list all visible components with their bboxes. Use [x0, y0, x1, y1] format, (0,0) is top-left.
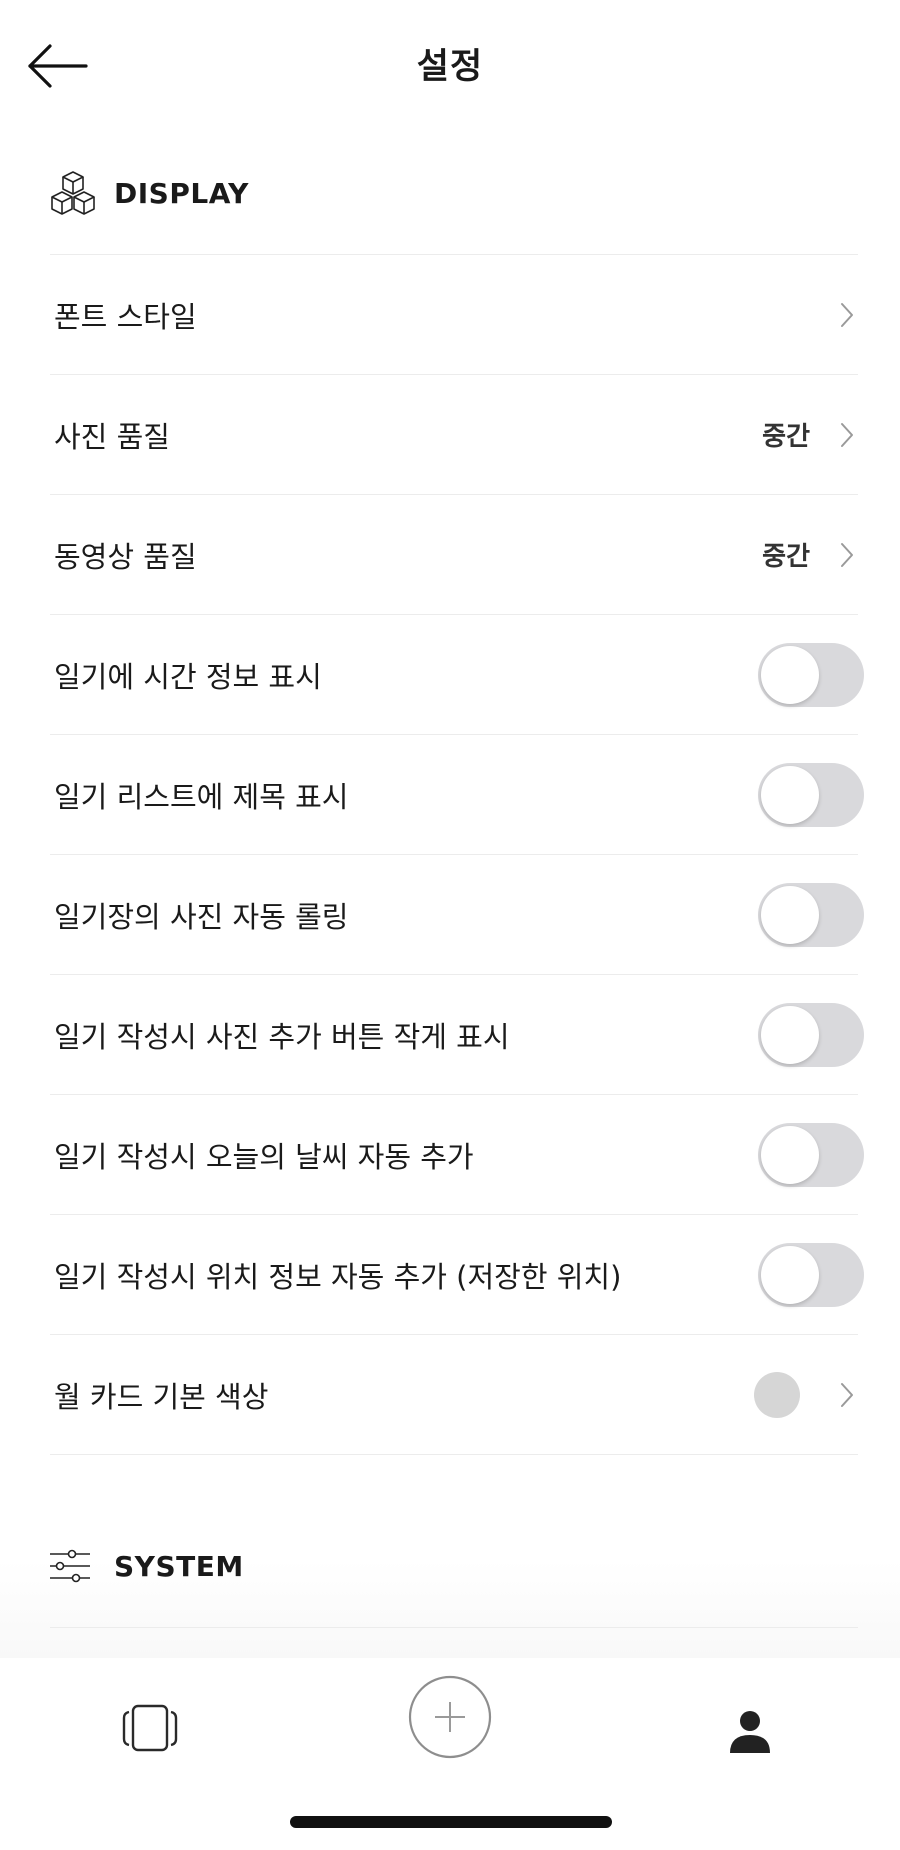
- display-settings-list: 폰트 스타일 사진 품질 중간 동영상 품질 중간 일기에 시간 정보 표시 일…: [50, 254, 864, 1455]
- auto-add-location-toggle[interactable]: [758, 1242, 864, 1307]
- tab-add-diary[interactable]: [408, 1675, 492, 1759]
- chevron-right-icon: [841, 302, 853, 327]
- row-label: 월 카드 기본 색상: [54, 1379, 269, 1414]
- row-label: 일기 리스트에 제목 표시: [54, 779, 349, 814]
- toggle-knob: [761, 1005, 819, 1064]
- toggle-knob: [761, 1245, 819, 1304]
- display-section-title: DISPLAY: [114, 176, 249, 210]
- chevron-right-icon: [841, 1382, 853, 1407]
- show-title-in-list-toggle[interactable]: [758, 762, 864, 827]
- header: 설정: [0, 0, 900, 130]
- toggle-knob: [761, 1125, 819, 1184]
- tab-profile[interactable]: [712, 1694, 788, 1770]
- row-label: 폰트 스타일: [54, 299, 197, 334]
- system-section-header: SYSTEM: [48, 1536, 244, 1596]
- photo-quality-value: 중간: [762, 422, 810, 452]
- tab-cards[interactable]: [110, 1688, 190, 1768]
- toggle-knob: [761, 885, 819, 944]
- row-label: 일기 작성시 오늘의 날씨 자동 추가: [54, 1139, 474, 1174]
- month-card-color-row[interactable]: 월 카드 기본 색상: [50, 1335, 858, 1455]
- divider: [50, 1627, 858, 1628]
- show-time-info-toggle[interactable]: [758, 642, 864, 707]
- cubes-icon: [48, 168, 98, 218]
- toggle-knob: [761, 765, 819, 824]
- auto-add-location-row: 일기 작성시 위치 정보 자동 추가 (저장한 위치): [50, 1215, 864, 1335]
- row-label: 동영상 품질: [54, 539, 197, 574]
- photo-auto-rolling-toggle[interactable]: [758, 882, 864, 947]
- toggle-knob: [761, 645, 819, 704]
- person-icon: [730, 1711, 770, 1753]
- sliders-icon: [48, 1541, 98, 1591]
- show-title-in-list-row: 일기 리스트에 제목 표시: [50, 735, 864, 855]
- page-title: 설정: [416, 47, 484, 87]
- month-card-color-swatch: [754, 1371, 800, 1418]
- home-indicator: [290, 1816, 612, 1828]
- row-label: 일기 작성시 위치 정보 자동 추가 (저장한 위치): [54, 1259, 622, 1294]
- small-add-photo-button-toggle[interactable]: [758, 1002, 864, 1067]
- display-section-header: DISPLAY: [48, 163, 249, 223]
- chevron-right-icon: [841, 422, 853, 447]
- plus-circle-icon: [408, 1675, 492, 1759]
- system-section-title: SYSTEM: [114, 1549, 244, 1583]
- auto-add-weather-row: 일기 작성시 오늘의 날씨 자동 추가: [50, 1095, 864, 1215]
- row-label: 일기 작성시 사진 추가 버튼 작게 표시: [54, 1019, 510, 1054]
- photo-quality-row[interactable]: 사진 품질 중간: [50, 375, 858, 495]
- video-quality-value: 중간: [762, 542, 810, 572]
- cards-icon: [122, 1704, 178, 1752]
- auto-add-weather-toggle[interactable]: [758, 1122, 864, 1187]
- font-style-row[interactable]: 폰트 스타일: [50, 255, 858, 375]
- row-label: 사진 품질: [54, 419, 170, 454]
- small-add-photo-button-row: 일기 작성시 사진 추가 버튼 작게 표시: [50, 975, 864, 1095]
- row-label: 일기에 시간 정보 표시: [54, 659, 322, 694]
- show-time-info-row: 일기에 시간 정보 표시: [50, 615, 864, 735]
- row-label: 일기장의 사진 자동 롤링: [54, 899, 349, 934]
- video-quality-row[interactable]: 동영상 품질 중간: [50, 495, 858, 615]
- chevron-right-icon: [841, 542, 853, 567]
- photo-auto-rolling-row: 일기장의 사진 자동 롤링: [50, 855, 864, 975]
